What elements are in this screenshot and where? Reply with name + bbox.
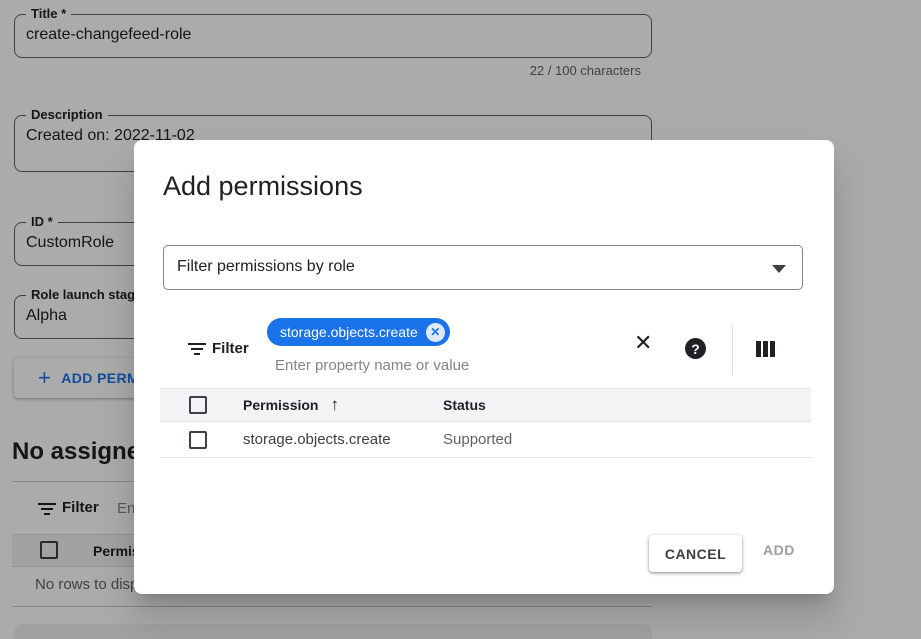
- filter-chip[interactable]: storage.objects.create ✕: [267, 318, 450, 346]
- permissions-table: Permission ↑ Status storage.objects.crea…: [160, 388, 811, 458]
- add-permissions-dialog: Add permissions Filter permissions by ro…: [134, 140, 834, 594]
- chip-remove-icon[interactable]: ✕: [426, 323, 445, 342]
- dialog-filter-input[interactable]: Enter property name or value: [275, 357, 469, 374]
- sort-ascending-icon[interactable]: ↑: [330, 395, 339, 415]
- add-button[interactable]: ADD: [763, 542, 795, 558]
- chevron-down-icon: [772, 265, 786, 273]
- row-checkbox[interactable]: [189, 431, 207, 449]
- dialog-title: Add permissions: [163, 171, 363, 202]
- screen: Title * create-changefeed-role 22 / 100 …: [0, 0, 921, 639]
- dialog-filter-label: Filter: [212, 340, 249, 357]
- column-display-icon[interactable]: [756, 341, 775, 357]
- filter-chip-label: storage.objects.create: [280, 324, 418, 340]
- row-permission: storage.objects.create: [243, 431, 443, 448]
- filter-icon: [188, 343, 206, 355]
- toolbar-divider: [732, 325, 733, 375]
- row-status: Supported: [443, 431, 811, 448]
- permissions-table-header: Permission ↑ Status: [160, 388, 811, 422]
- cancel-button[interactable]: CANCEL: [649, 535, 742, 572]
- col-status[interactable]: Status: [443, 397, 811, 413]
- help-icon[interactable]: ?: [685, 338, 706, 359]
- role-select-value: Filter permissions by role: [177, 258, 355, 276]
- clear-filters-icon[interactable]: ✕: [634, 332, 652, 354]
- select-all-checkbox[interactable]: [189, 396, 207, 414]
- col-permission[interactable]: Permission: [243, 397, 318, 413]
- filter-permissions-by-role-select[interactable]: Filter permissions by role: [163, 245, 803, 290]
- table-row[interactable]: storage.objects.create Supported: [160, 422, 811, 458]
